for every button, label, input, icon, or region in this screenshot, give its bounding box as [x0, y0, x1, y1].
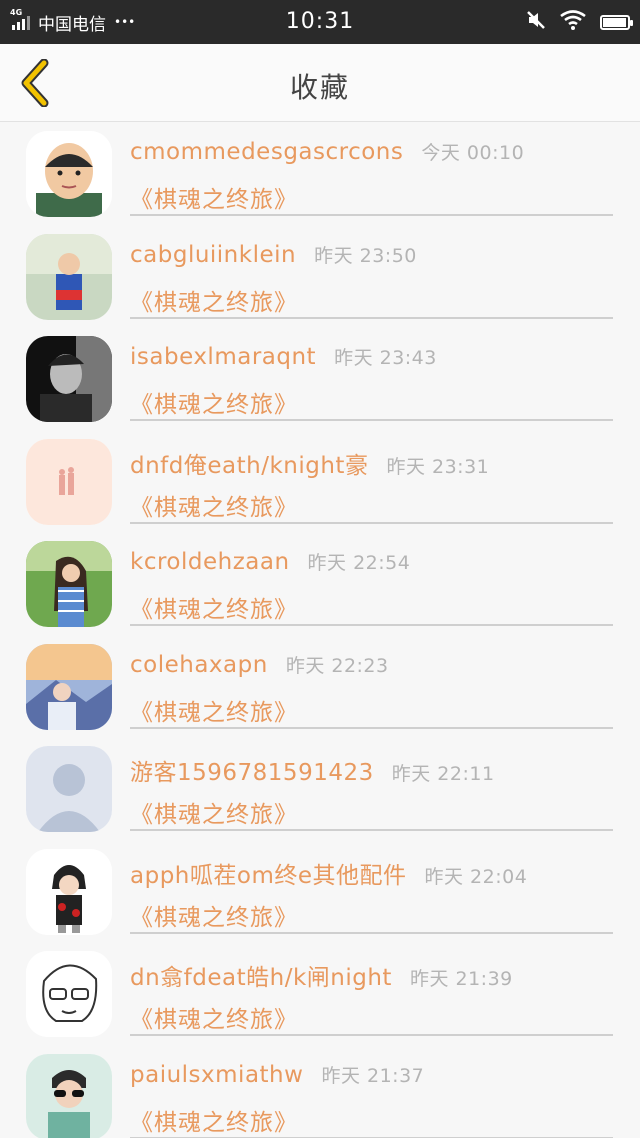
- list-item[interactable]: cabgluiinklein 昨天 23:50 《棋魂之终旅》: [0, 225, 640, 328]
- pale-figure-avatar-image: [26, 438, 112, 525]
- child-photo-avatar[interactable]: [26, 233, 112, 320]
- row-header: dnfd俺eath/knight豪 昨天 23:31: [130, 446, 489, 480]
- list-item[interactable]: paiulsxmiathw 昨天 21:37 《棋魂之终旅》: [0, 1045, 640, 1138]
- username: colehaxapn: [130, 651, 268, 678]
- timestamp: 昨天 22:23: [285, 654, 389, 677]
- wifi-icon: [560, 10, 586, 34]
- username: 游客1596781591423: [130, 760, 374, 786]
- sunglasses-boy-avatar[interactable]: [26, 1053, 112, 1138]
- row-header: paiulsxmiathw 昨天 21:37: [130, 1061, 424, 1088]
- list-item[interactable]: dnfd俺eath/knight豪 昨天 23:31 《棋魂之终旅》: [0, 430, 640, 533]
- favorite-title: 《棋魂之终旅》: [130, 1109, 298, 1136]
- timestamp: 今天 00:10: [421, 142, 525, 164]
- timestamp: 昨天 22:54: [307, 552, 411, 574]
- favorite-title: 《棋魂之终旅》: [130, 802, 298, 828]
- divider: [130, 316, 613, 319]
- timestamp: 昨天 21:37: [321, 1064, 425, 1087]
- favorite-title: 《棋魂之终旅》: [130, 904, 298, 931]
- pale-figure-avatar[interactable]: [26, 438, 112, 525]
- row-header: colehaxapn 昨天 22:23: [130, 651, 389, 678]
- sketch-glasses-avatar-image: [26, 951, 112, 1037]
- battery-icon: [600, 14, 633, 30]
- timestamp: 昨天 23:31: [386, 455, 490, 478]
- sunglasses-boy-avatar-image: [26, 1053, 112, 1138]
- username: dnfd俺eath/knight豪: [130, 452, 369, 479]
- row-header: apph呱茬om终e其他配件 昨天 22:04: [130, 856, 527, 890]
- sunset-person-avatar[interactable]: [26, 643, 112, 730]
- row-header: kcroldehzaan 昨天 22:54: [130, 548, 410, 575]
- favorite-title: 《棋魂之终旅》: [130, 1007, 298, 1033]
- favorite-title: 《棋魂之终旅》: [130, 494, 298, 521]
- row-header: cmommedesgascrcons 今天 00:10: [130, 138, 524, 165]
- favorite-title: 《棋魂之终旅》: [130, 597, 298, 623]
- list-item[interactable]: cmommedesgascrcons 今天 00:10 《棋魂之终旅》: [0, 122, 640, 225]
- divider: [130, 726, 613, 729]
- divider: [130, 931, 613, 934]
- list-item[interactable]: dn翕fdeat皓h/k闸night 昨天 21:39 《棋魂之终旅》: [0, 942, 640, 1045]
- divider: [130, 214, 613, 216]
- row-header: 游客1596781591423 昨天 22:11: [130, 753, 495, 787]
- list-item[interactable]: kcroldehzaan 昨天 22:54 《棋魂之终旅》: [0, 532, 640, 635]
- status-right: [526, 0, 633, 44]
- divider: [130, 624, 613, 626]
- favorite-title: 《棋魂之终旅》: [130, 699, 298, 726]
- timestamp: 昨天 22:11: [391, 763, 495, 785]
- timestamp: 昨天 22:04: [424, 865, 528, 888]
- username: cabgluiinklein: [130, 241, 297, 268]
- girl-outdoor-avatar[interactable]: [26, 541, 112, 627]
- favorite-title: 《棋魂之终旅》: [130, 187, 298, 213]
- nav-bar: 收藏: [0, 44, 640, 122]
- sketch-glasses-avatar[interactable]: [26, 951, 112, 1037]
- username: kcroldehzaan: [130, 549, 290, 575]
- username: dn翕fdeat皓h/k闸night: [130, 965, 392, 991]
- child-photo-avatar-image: [26, 233, 112, 320]
- default-silhouette-avatar-image: [26, 746, 112, 832]
- mute-icon: [526, 10, 546, 34]
- list-item[interactable]: colehaxapn 昨天 22:23 《棋魂之终旅》: [0, 635, 640, 738]
- favorite-title: 《棋魂之终旅》: [130, 289, 298, 316]
- divider: [130, 829, 613, 831]
- list-item[interactable]: isabexlmaraqnt 昨天 23:43 《棋魂之终旅》: [0, 327, 640, 430]
- anime-ninja-avatar[interactable]: [26, 848, 112, 935]
- divider: [130, 521, 613, 524]
- bw-portrait-avatar-image: [26, 336, 112, 422]
- username: paiulsxmiathw: [130, 1061, 304, 1088]
- girl-outdoor-avatar-image: [26, 541, 112, 627]
- list-item[interactable]: 游客1596781591423 昨天 22:11 《棋魂之终旅》: [0, 737, 640, 840]
- sunset-person-avatar-image: [26, 643, 112, 730]
- default-silhouette-avatar[interactable]: [26, 746, 112, 832]
- timestamp: 昨天 21:39: [409, 968, 513, 990]
- anime-ninja-avatar-image: [26, 848, 112, 935]
- cartoon-man-avatar-image: [26, 131, 112, 217]
- favorites-list: cmommedesgascrcons 今天 00:10 《棋魂之终旅》 cabg…: [0, 122, 640, 1138]
- status-bar: 4G 中国电信 ••• 10:31: [0, 0, 640, 44]
- row-header: isabexlmaraqnt 昨天 23:43: [130, 343, 437, 370]
- divider: [130, 1034, 613, 1036]
- timestamp: 昨天 23:50: [314, 244, 417, 267]
- cartoon-man-avatar[interactable]: [26, 131, 112, 217]
- page-title: 收藏: [289, 71, 350, 104]
- divider: [130, 419, 613, 421]
- row-header: dn翕fdeat皓h/k闸night 昨天 21:39: [130, 958, 513, 992]
- bw-portrait-avatar[interactable]: [26, 336, 112, 422]
- username: apph呱茬om终e其他配件: [130, 862, 407, 889]
- username: isabexlmaraqnt: [130, 344, 317, 370]
- username: cmommedesgascrcons: [130, 139, 404, 165]
- row-header: cabgluiinklein 昨天 23:50: [130, 241, 417, 268]
- favorite-title: 《棋魂之终旅》: [130, 392, 298, 418]
- list-item[interactable]: apph呱茬om终e其他配件 昨天 22:04 《棋魂之终旅》: [0, 840, 640, 943]
- timestamp: 昨天 23:43: [334, 347, 437, 369]
